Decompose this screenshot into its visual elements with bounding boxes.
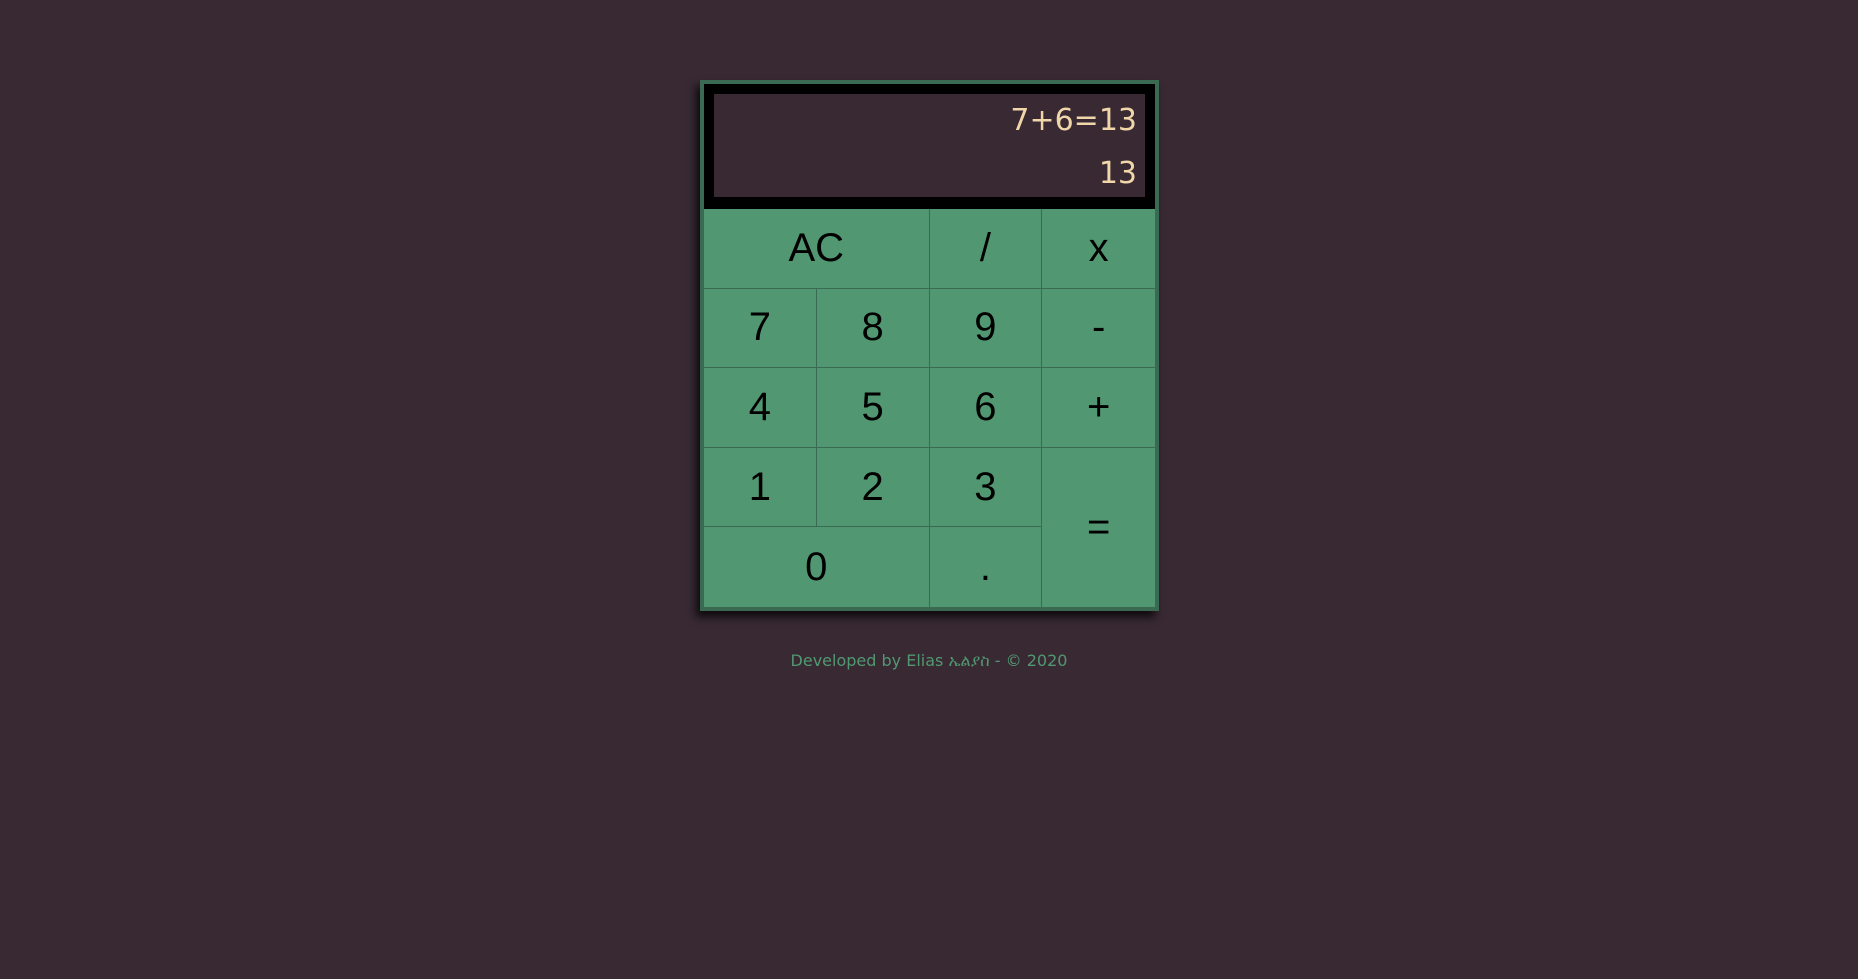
digit-3-button[interactable]: 3 xyxy=(929,447,1043,528)
display-result: 13 xyxy=(1098,156,1137,191)
divide-button[interactable]: / xyxy=(929,209,1043,289)
calculator: 7+6=13 13 AC / x 7 8 9 - 4 5 6 + 1 2 3 =… xyxy=(700,80,1159,611)
digit-7-button[interactable]: 7 xyxy=(704,288,817,369)
decimal-button[interactable]: . xyxy=(929,527,1043,607)
digit-4-button[interactable]: 4 xyxy=(704,368,817,448)
multiply-button[interactable]: x xyxy=(1042,209,1155,289)
digit-9-button[interactable]: 9 xyxy=(929,288,1043,369)
equals-button[interactable]: = xyxy=(1042,447,1155,607)
calculator-display: 7+6=13 13 xyxy=(714,94,1145,197)
plus-button[interactable]: + xyxy=(1042,368,1155,448)
digit-0-button[interactable]: 0 xyxy=(704,527,930,607)
digit-1-button[interactable]: 1 xyxy=(704,447,817,528)
footer-credit: Developed by Elias ኤልያስ - © 2020 xyxy=(790,651,1068,670)
display-expression: 7+6=13 xyxy=(1010,103,1137,138)
digit-6-button[interactable]: 6 xyxy=(929,368,1043,448)
keypad: AC / x 7 8 9 - 4 5 6 + 1 2 3 = 0 . xyxy=(704,209,1155,607)
clear-button[interactable]: AC xyxy=(704,209,930,289)
digit-2-button[interactable]: 2 xyxy=(816,447,930,528)
digit-8-button[interactable]: 8 xyxy=(816,288,930,369)
page: 7+6=13 13 AC / x 7 8 9 - 4 5 6 + 1 2 3 =… xyxy=(0,0,1858,979)
minus-button[interactable]: - xyxy=(1042,288,1155,369)
digit-5-button[interactable]: 5 xyxy=(816,368,930,448)
